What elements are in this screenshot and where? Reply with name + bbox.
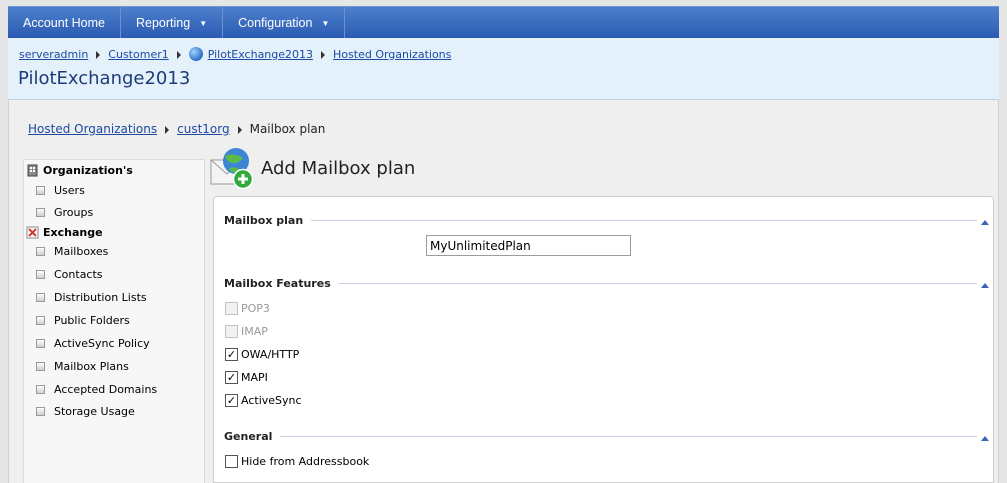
bullet-icon — [36, 385, 45, 394]
sidebar-item-distribution-lists[interactable]: Distribution Lists — [36, 291, 147, 304]
bullet-icon — [36, 186, 45, 195]
sidebar-item-mailboxes[interactable]: Mailboxes — [36, 245, 108, 258]
sub-breadcrumb-hosted-organizations[interactable]: Hosted Organizations — [28, 122, 157, 136]
sidebar-item-label: Mailbox Plans — [54, 360, 129, 373]
page-title: PilotExchange2013 — [18, 68, 191, 89]
option-pop3: POP3 — [225, 302, 270, 315]
sidebar-item-label: Contacts — [54, 268, 103, 281]
nav-account-home-label: Account Home — [23, 16, 105, 30]
sub-breadcrumb-org[interactable]: cust1org — [177, 122, 229, 136]
sidebar-item-mailbox-plans[interactable]: Mailbox Plans — [36, 360, 129, 373]
bullet-icon — [36, 270, 45, 279]
sidebar-item-storage-usage[interactable]: Storage Usage — [36, 405, 135, 418]
sidebar-group-label: Organization's — [43, 164, 133, 177]
sidebar-group-exchange: Exchange — [26, 226, 103, 239]
option-owa-http[interactable]: ✓ OWA/HTTP — [225, 348, 299, 361]
section-label: Mailbox Features — [224, 277, 331, 290]
sidebar-item-label: ActiveSync Policy — [54, 337, 150, 350]
breadcrumb-space[interactable]: PilotExchange2013 — [208, 48, 313, 61]
section-divider — [338, 283, 977, 284]
chevron-down-icon: ▼ — [321, 18, 330, 28]
sidebar-item-label: Accepted Domains — [54, 383, 158, 396]
mapi-checkbox[interactable]: ✓ — [225, 371, 238, 384]
owa-http-checkbox[interactable]: ✓ — [225, 348, 238, 361]
sidebar-group-organizations: Organization's — [26, 164, 133, 177]
sidebar-item-public-folders[interactable]: Public Folders — [36, 314, 130, 327]
sidebar-item-label: Distribution Lists — [54, 291, 147, 304]
top-nav: Account Home Reporting ▼ Configuration ▼ — [8, 6, 999, 39]
sidebar-item-contacts[interactable]: Contacts — [36, 268, 103, 281]
sidebar-item-label: Groups — [54, 206, 94, 219]
imap-checkbox — [225, 325, 238, 338]
mailbox-plan-form: Mailbox plan Mailbox Features POP3 IMAP … — [213, 196, 994, 483]
section-divider — [280, 436, 977, 437]
section-label: General — [224, 430, 273, 443]
section-mailbox-plan: Mailbox plan — [224, 214, 989, 227]
activesync-checkbox[interactable]: ✓ — [225, 394, 238, 407]
collapse-up-icon[interactable] — [981, 283, 989, 288]
option-label: OWA/HTTP — [241, 348, 300, 361]
nav-reporting[interactable]: Reporting ▼ — [121, 7, 224, 39]
sidebar-item-users[interactable]: Users — [36, 184, 85, 197]
nav-account-home[interactable]: Account Home — [8, 7, 121, 39]
mailbox-plan-name-input[interactable] — [426, 235, 631, 256]
breadcrumb-separator-icon — [96, 50, 101, 59]
section-general: General — [224, 430, 989, 443]
collapse-up-icon[interactable] — [981, 436, 989, 441]
section-divider — [311, 220, 977, 221]
sidebar-group-label: Exchange — [43, 226, 103, 239]
sidebar: Organization's Users Groups Exchange Mai… — [23, 159, 205, 483]
sub-breadcrumb: Hosted Organizations cust1org Mailbox pl… — [28, 122, 325, 136]
bullet-icon — [36, 293, 45, 302]
add-mailbox-plan-icon — [210, 148, 254, 190]
sidebar-item-label: Users — [54, 184, 85, 197]
main-title: Add Mailbox plan — [261, 158, 416, 179]
option-mapi[interactable]: ✓ MAPI — [225, 371, 268, 384]
sidebar-item-label: Storage Usage — [54, 405, 135, 418]
breadcrumb-separator-icon — [237, 125, 242, 134]
breadcrumb-separator-icon — [176, 50, 181, 59]
section-label: Mailbox plan — [224, 214, 304, 227]
bullet-icon — [36, 316, 45, 325]
nav-configuration-label: Configuration — [238, 16, 313, 30]
nav-reporting-label: Reporting — [135, 16, 191, 30]
hide-from-addressbook-checkbox[interactable] — [225, 455, 238, 468]
option-imap: IMAP — [225, 325, 268, 338]
option-label: MAPI — [241, 371, 268, 384]
page-header: serveradmin Customer1 PilotExchange2013 … — [8, 38, 999, 100]
sidebar-item-groups[interactable]: Groups — [36, 206, 93, 219]
option-label: ActiveSync — [241, 394, 302, 407]
nav-configuration[interactable]: Configuration ▼ — [223, 7, 346, 39]
option-label: Hide from Addressbook — [241, 455, 370, 468]
breadcrumb: serveradmin Customer1 PilotExchange2013 … — [19, 47, 451, 61]
sidebar-item-activesync-policy[interactable]: ActiveSync Policy — [36, 337, 150, 350]
building-icon — [27, 164, 38, 177]
bullet-icon — [36, 208, 45, 217]
breadcrumb-customer[interactable]: Customer1 — [108, 48, 168, 61]
option-label: POP3 — [241, 302, 270, 315]
sub-breadcrumb-current: Mailbox plan — [249, 122, 326, 136]
content-area: Hosted Organizations cust1org Mailbox pl… — [8, 100, 999, 483]
option-activesync[interactable]: ✓ ActiveSync — [225, 394, 302, 407]
sidebar-item-label: Public Folders — [54, 314, 130, 327]
bullet-icon — [36, 407, 45, 416]
option-label: IMAP — [241, 325, 268, 338]
bullet-icon — [36, 339, 45, 348]
chevron-down-icon: ▼ — [199, 18, 208, 28]
bullet-icon — [36, 247, 45, 256]
breadcrumb-separator-icon — [321, 50, 326, 59]
sidebar-item-accepted-domains[interactable]: Accepted Domains — [36, 383, 157, 396]
pop3-checkbox — [225, 302, 238, 315]
section-mailbox-features: Mailbox Features — [224, 277, 989, 290]
breadcrumb-hosted-organizations[interactable]: Hosted Organizations — [333, 48, 451, 61]
collapse-up-icon[interactable] — [981, 220, 989, 225]
option-hide-from-addressbook[interactable]: Hide from Addressbook — [225, 455, 369, 468]
breadcrumb-serveradmin[interactable]: serveradmin — [19, 48, 88, 61]
globe-icon — [188, 47, 203, 61]
bullet-icon — [36, 362, 45, 371]
sidebar-item-label: Mailboxes — [54, 245, 109, 258]
breadcrumb-separator-icon — [165, 125, 170, 134]
exchange-icon — [26, 226, 39, 239]
